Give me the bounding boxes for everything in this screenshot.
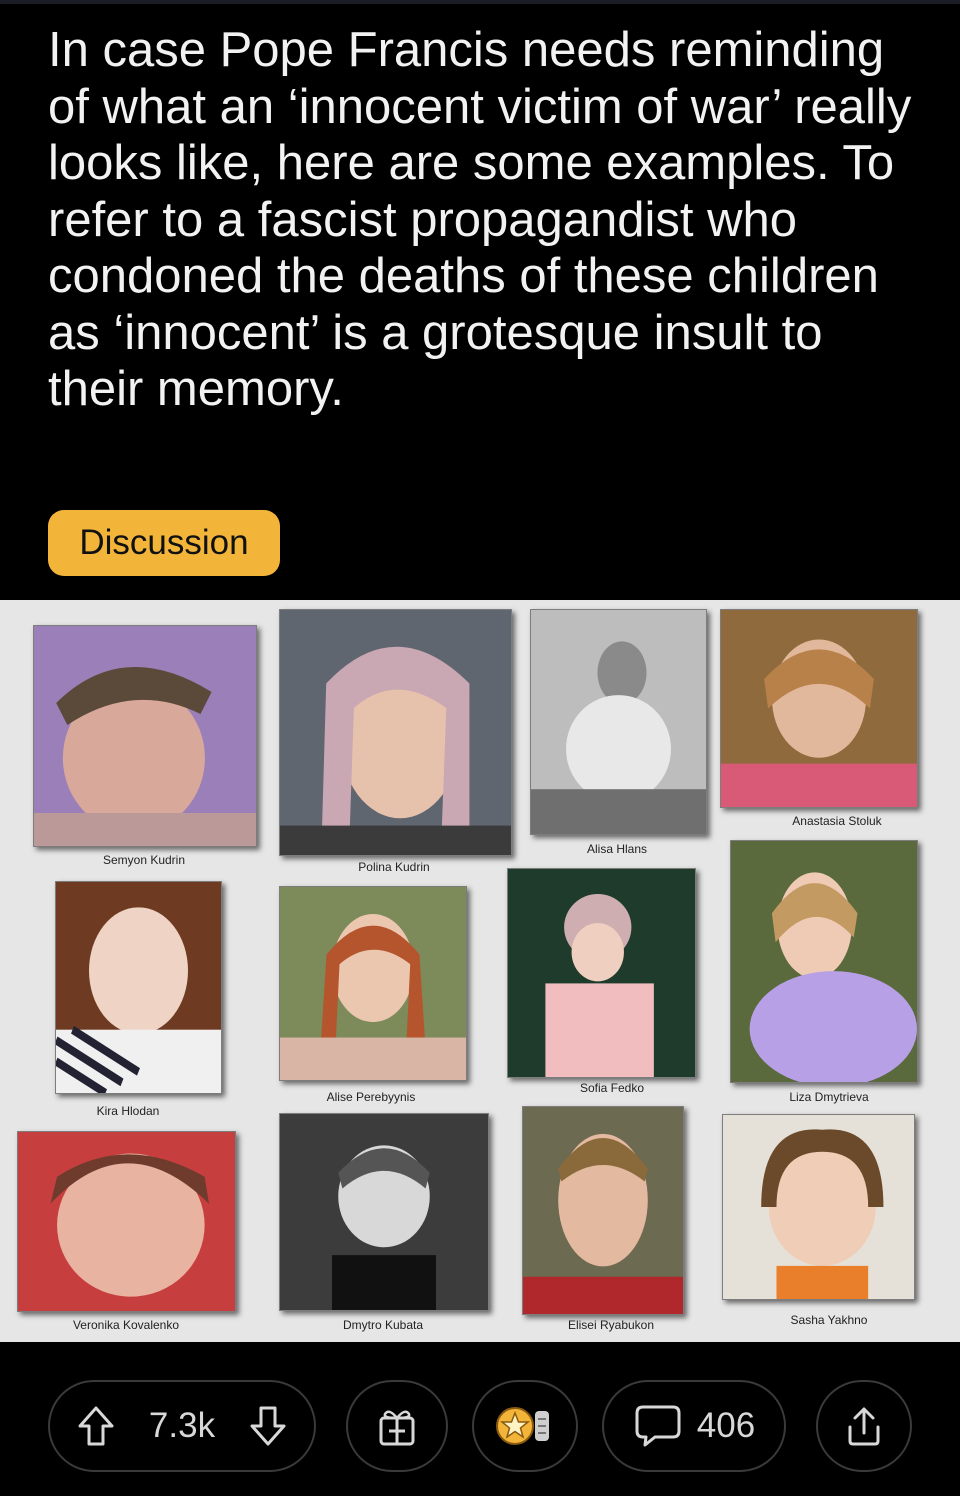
caption-anastasia-stoluk: Anastasia Stoluk	[792, 814, 882, 828]
photo-alise-perebyynis	[279, 886, 467, 1081]
post-image[interactable]: Semyon Kudrin Polina Kudrin Alisa Hlans …	[0, 600, 960, 1342]
photo-elisei-ryabukon	[522, 1106, 684, 1315]
caption-sasha-yakhno: Sasha Yakhno	[790, 1313, 868, 1327]
arrow-up-icon[interactable]	[76, 1404, 116, 1448]
flair-badge[interactable]: Discussion	[48, 510, 280, 576]
gift-button[interactable]	[346, 1380, 448, 1472]
photo-dmytro-kubata	[279, 1113, 489, 1311]
share-icon	[842, 1403, 886, 1449]
photo-kira-hlodan	[55, 881, 222, 1094]
photo-sofia-fedko	[507, 868, 696, 1078]
photo-liza-dmytrieva	[730, 840, 918, 1083]
photo-semyon-kudrin	[33, 625, 257, 847]
share-button[interactable]	[816, 1380, 912, 1472]
caption-sofia-fedko: Sofia Fedko	[579, 1081, 645, 1095]
comments-button[interactable]: 406	[602, 1380, 786, 1472]
vote-control: 7.3k	[48, 1380, 316, 1472]
award-button[interactable]	[472, 1380, 578, 1472]
caption-alisa-hlans: Alisa Hlans	[586, 842, 648, 856]
photo-sasha-yakhno	[722, 1114, 915, 1300]
caption-alise-perebyynis: Alise Perebyynis	[326, 1090, 416, 1104]
photo-polina-kudrin	[279, 609, 512, 856]
caption-veronika-kovalenko: Veronika Kovalenko	[72, 1318, 180, 1332]
caption-elisei-ryabukon: Elisei Ryabukon	[567, 1318, 655, 1332]
gift-icon	[375, 1404, 419, 1448]
photo-anastasia-stoluk	[720, 609, 918, 808]
top-divider	[0, 0, 960, 4]
caption-polina-kudrin: Polina Kudrin	[358, 860, 430, 874]
caption-semyon-kudrin: Semyon Kudrin	[102, 853, 186, 867]
caption-dmytro-kubata: Dmytro Kubata	[342, 1318, 424, 1332]
award-icon	[493, 1403, 557, 1449]
caption-liza-dmytrieva: Liza Dmytrieva	[789, 1090, 869, 1104]
photo-alisa-hlans	[530, 609, 707, 835]
arrow-down-icon[interactable]	[248, 1404, 288, 1448]
comment-count: 406	[696, 1406, 756, 1445]
post-title[interactable]: In case Pope Francis needs reminding of …	[48, 22, 928, 418]
vote-count: 7.3k	[148, 1406, 216, 1445]
photo-veronika-kovalenko	[17, 1131, 236, 1312]
caption-kira-hlodan: Kira Hlodan	[96, 1104, 160, 1118]
comment-bubble-icon	[633, 1403, 683, 1449]
